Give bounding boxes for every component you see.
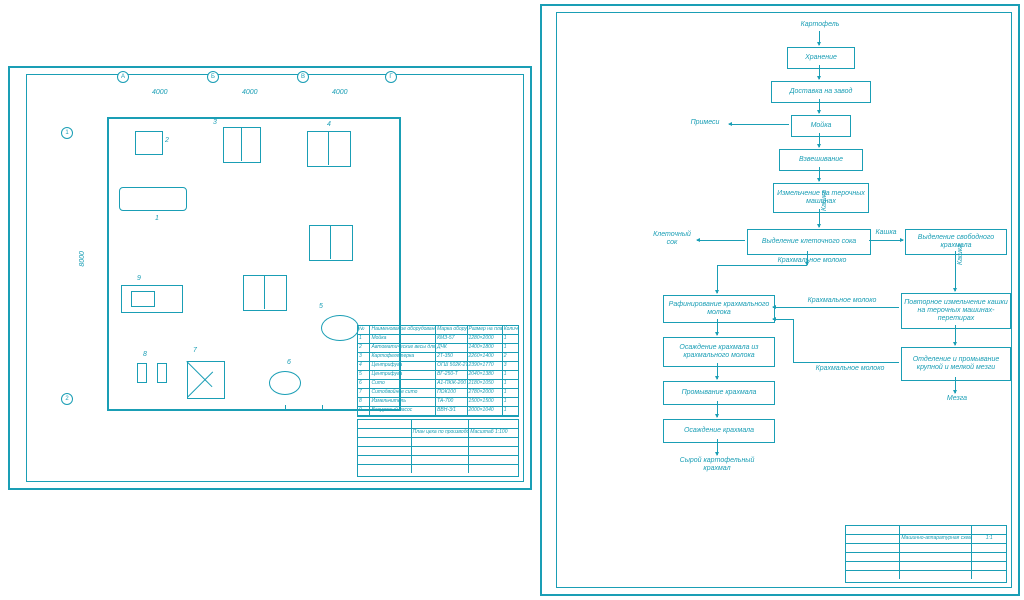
flow-n5: Взвешивание (779, 149, 863, 171)
flow-n14: Осаждение крахмала (663, 419, 775, 443)
flowchart-sheet: Картофель Хранение Доставка на завод Мой… (540, 4, 1020, 596)
lbl-moloko1: Крахмальное молоко (767, 257, 857, 265)
arrow-primesi (729, 124, 789, 125)
axis-1: 1 (61, 127, 73, 139)
equip-num-9: 9 (137, 275, 141, 283)
flow-n13: Промывание крахмала (663, 381, 775, 405)
equip-num-7: 7 (193, 347, 197, 355)
flow-n10: Повторное измельчение кашки на терочных … (901, 293, 1011, 329)
lbl-kashka2: Кашка (871, 229, 901, 237)
flow-n7: Выделение клеточного сока (747, 229, 871, 255)
equip-num-4: 4 (327, 121, 331, 129)
flow-n1: Картофель (785, 21, 855, 29)
lbl-mezga: Мезга (937, 395, 977, 403)
titleblock-left: План цеха по производству сырого крахмал… (357, 419, 519, 477)
equip-6 (269, 371, 301, 395)
lbl-primesi: Примеси (683, 119, 727, 127)
axis-v: В (297, 71, 309, 83)
equip-num-1: 1 (155, 215, 159, 223)
flow-n4: Мойка (791, 115, 851, 137)
axis-a: А (117, 71, 129, 83)
dim-span1: 4000 (152, 89, 168, 97)
equipment-table: №Наименование оборудованияМарка оборудов… (357, 325, 519, 417)
flow-n8: Выделение свободного крахмала (905, 229, 1007, 255)
lbl-sok: Клеточный сок (647, 231, 697, 246)
dim-span2: 4000 (242, 89, 258, 97)
equip-num-5: 5 (319, 303, 323, 311)
equip-2 (135, 131, 163, 155)
lbl-moloko2: Крахмальное молоко (797, 297, 887, 305)
equip-num-2: 2 (165, 137, 169, 145)
equip-8b (157, 363, 167, 383)
lbl-moloko3: Крахмальное молоко (805, 365, 895, 373)
axis-2: 2 (61, 393, 73, 405)
axis-b: Б (207, 71, 219, 83)
equip-5 (321, 315, 359, 341)
dim-vspan: 8000 (79, 251, 87, 267)
flow-n9: Рафинирование крахмального молока (663, 295, 775, 323)
equip-8a (137, 363, 147, 383)
equip-4b (309, 225, 353, 261)
flow-n12: Отделение и промывание крупной и мелкой … (901, 347, 1011, 381)
equip-4c (243, 275, 287, 311)
flow-n2: Хранение (787, 47, 855, 69)
flow-n11: Осаждение крахмала из крахмального молок… (663, 337, 775, 367)
flow-n3: Доставка на завод (771, 81, 871, 103)
equip-num-8: 8 (143, 351, 147, 359)
door-opening (285, 405, 323, 409)
equip-3 (223, 127, 261, 163)
dim-span3: 4000 (332, 89, 348, 97)
floorplan-sheet: А Б В Г 1 2 4000 4000 4000 8000 (8, 66, 532, 490)
axis-g: Г (385, 71, 397, 83)
equip-4a (307, 131, 351, 167)
equip-num-3: 3 (213, 119, 217, 127)
titleblock-right: Машинно-аппаратурная схема производства … (845, 525, 1007, 583)
equip-num-6: 6 (287, 359, 291, 367)
lbl-kashka3: Кашка (957, 244, 965, 265)
lbl-kashka1: Кашка (821, 190, 829, 211)
equip-9-inner (131, 291, 155, 307)
flow-n15: Сырой картофельный крахмал (669, 457, 765, 472)
equip-1 (119, 187, 187, 211)
